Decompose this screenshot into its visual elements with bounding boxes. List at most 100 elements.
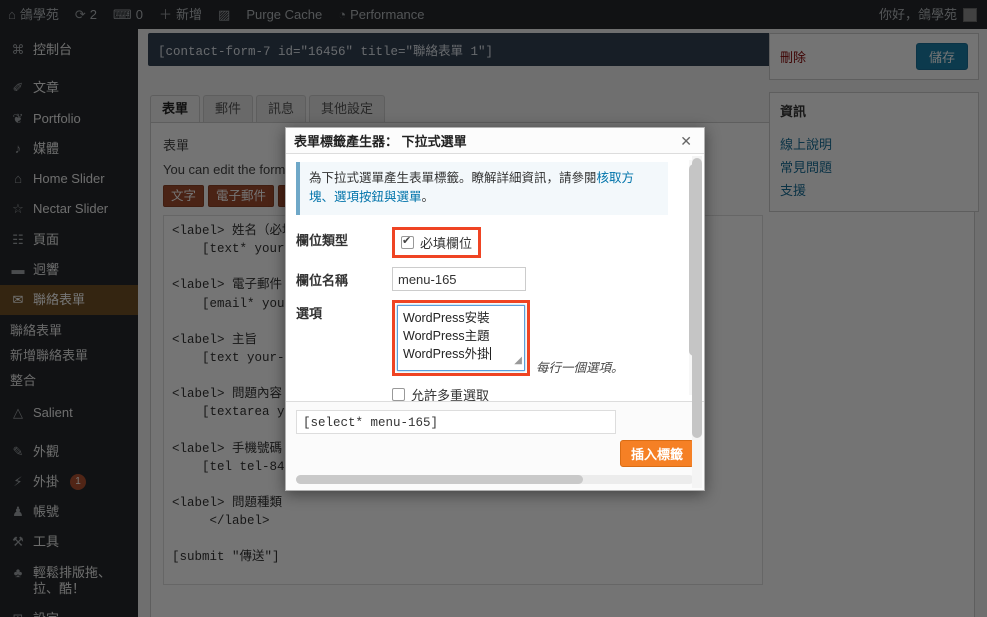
sidebar-item-pages[interactable]: ☷ 頁面 — [0, 225, 138, 255]
tab-messages[interactable]: 訊息 — [256, 95, 307, 122]
modal-vertical-scroll-thumb[interactable] — [692, 158, 702, 438]
tab-additional-settings[interactable]: 其他設定 — [309, 95, 386, 122]
field-name-input[interactable]: menu-165 — [392, 266, 526, 291]
close-icon[interactable]: ✕ — [676, 132, 696, 150]
modal-vertical-scrollbar[interactable] — [692, 156, 702, 488]
tab-form[interactable]: 表單 — [150, 95, 201, 123]
save-button[interactable]: 儲存 — [915, 43, 968, 70]
settings-icon: ⊞ — [10, 611, 26, 617]
comments-icon: ▬ — [11, 261, 25, 277]
sidebar-item-label: 控制台 — [33, 42, 73, 57]
insert-tag-button[interactable]: 插入標籤 — [619, 440, 694, 467]
sidebar-item-plugins[interactable]: ⚡ 外掛 1 — [0, 467, 138, 497]
home-icon: ⌂ — [8, 7, 16, 22]
adminbar-item-new[interactable]: ＋ 新增 — [151, 0, 210, 29]
required-field-checkbox-row[interactable]: 必填欄位 — [401, 233, 472, 252]
sidebar-item-label: 聯絡表單 — [33, 292, 86, 307]
options-textarea-value: WordPress安裝 WordPress主題 WordPress外掛 — [403, 310, 490, 361]
sidebar-item-comments[interactable]: ▬ 迥響 — [0, 255, 138, 285]
footer-horizontal-scroll-thumb[interactable] — [296, 475, 583, 484]
avatar — [963, 7, 977, 22]
adminbar-performance-label: Performance — [350, 7, 425, 22]
sidebar-item-users[interactable]: ♟ 帳號 — [0, 497, 138, 527]
delete-link[interactable]: 刪除 — [780, 47, 806, 66]
text-caret — [489, 347, 491, 360]
tab-mail[interactable]: 郵件 — [203, 95, 254, 122]
users-icon: ♟ — [12, 504, 24, 519]
home-slider-icon: ⌂ — [14, 171, 22, 186]
field-name-label: 欄位名稱 — [296, 272, 349, 288]
footer-horizontal-scrollbar[interactable] — [296, 475, 694, 484]
info-link-faq[interactable]: 常見問題 — [780, 155, 968, 178]
sidebar-item-label: 外掛 — [33, 473, 60, 489]
options-hint: 每行一個選項。 — [536, 360, 624, 375]
adminbar-comments-count: 0 — [135, 7, 144, 22]
adminbar-new-label: 新增 — [176, 7, 203, 22]
sidebar-item-salient[interactable]: △ Salient — [0, 398, 138, 428]
portfolio-icon: ❦ — [12, 110, 24, 126]
sidebar-item-appearance[interactable]: ✎ 外觀 — [0, 437, 138, 467]
options-textarea[interactable]: WordPress安裝 WordPress主題 WordPress外掛 ◢ — [397, 304, 525, 371]
sidebar-item-settings[interactable]: ⊞ 設定 — [0, 604, 138, 617]
media-icon: ♪ — [14, 140, 22, 156]
sidebar-item-label: 帳號 — [33, 504, 60, 519]
dashboard-icon: ⌘ — [11, 42, 25, 57]
sidebar-item-label: 設定 — [33, 611, 59, 617]
sidebar-item-posts[interactable]: ✐ 文章 — [0, 73, 138, 103]
sidebar-item-label: 工具 — [33, 534, 60, 550]
sidebar-subitem-contact-forms[interactable]: 聯絡表單 — [10, 317, 138, 342]
posts-icon: ✐ — [12, 80, 24, 96]
modal-description-suffix: 。 — [421, 190, 435, 205]
admin-sidebar: ⌘ 控制台 ✐ 文章 ❦ Portfolio ♪ 媒體 ⌂ Home Slide… — [0, 29, 138, 617]
required-field-checkbox[interactable] — [401, 234, 414, 249]
menu-separator — [0, 65, 138, 73]
multiple-select-label: 允許多重選取 — [411, 387, 490, 401]
multiple-select-row: 允許多重選取 — [296, 385, 672, 401]
info-link-docs[interactable]: 線上說明 — [780, 132, 968, 155]
sidebar-item-contact-form[interactable]: ✉ 聯絡表單 — [0, 285, 138, 316]
tag-generator-modal: 表單標籤產生器： 下拉式選單 ✕ 為下拉式選單產生表單標籤。瞭解詳細資訊，請參閱… — [285, 127, 705, 491]
sidebar-item-label: Portfolio — [33, 110, 81, 126]
pages-icon: ☷ — [12, 231, 24, 247]
adminbar-item-purge-cache[interactable]: Purge Cache — [238, 0, 330, 29]
refresh-icon: ⟳ — [74, 7, 86, 22]
info-box-title: 資訊 — [780, 104, 807, 119]
field-type-label: 欄位類型 — [296, 232, 349, 248]
performance-icon: ◔ — [338, 7, 347, 22]
options-row: 選項 WordPress安裝 WordPress主題 WordPress外掛 ◢ … — [296, 299, 672, 376]
field-type-row: 欄位類型 必填欄位 — [296, 226, 672, 258]
sidebar-subitem-add-contact-form[interactable]: 新增聯絡表單 — [10, 342, 138, 367]
status-badge: 1 — [70, 473, 87, 490]
info-box: 資訊 線上說明 常見問題 支援 — [769, 92, 979, 212]
sidebar-item-home-slider[interactable]: ⌂ Home Slider — [0, 164, 138, 194]
tag-button-email[interactable]: 電子郵件 — [208, 185, 275, 207]
resize-grip-icon[interactable]: ◢ — [514, 354, 522, 369]
sidebar-item-pagebuilder[interactable]: ♣ 輕鬆排版拖、拉、酷！ — [0, 558, 138, 605]
multiple-select-checkbox[interactable] — [392, 387, 405, 401]
adminbar-account[interactable]: 你好，鴿學苑 — [879, 0, 987, 29]
adminbar-site-label: 鴿學苑 — [19, 7, 59, 22]
adminbar-updates-count: 2 — [89, 7, 98, 22]
adminbar-item-performance[interactable]: ◔ Performance — [330, 0, 432, 29]
multiple-select-checkbox-row[interactable]: 允許多重選取 — [392, 385, 672, 401]
contact-form-icon: ✉ — [12, 292, 24, 307]
sidebar-item-nectar-slider[interactable]: ☆ Nectar Slider — [0, 194, 138, 224]
adminbar-greeting: 你好，鴿學苑 — [878, 7, 957, 22]
modal-footer: [select* menu-165] 插入標籤 — [286, 401, 704, 490]
adminbar-item-site[interactable]: ⌂ 鴿學苑 — [0, 0, 67, 29]
salient-icon: △ — [13, 405, 23, 421]
info-link-support[interactable]: 支援 — [780, 178, 968, 201]
sidebar-item-tools[interactable]: ⚒ 工具 — [0, 527, 138, 557]
generated-tag-input[interactable]: [select* menu-165] — [296, 410, 616, 434]
adminbar-purge-cache-label: Purge Cache — [246, 7, 323, 22]
sidebar-item-portfolio[interactable]: ❦ Portfolio — [0, 104, 138, 134]
sidebar-item-media[interactable]: ♪ 媒體 — [0, 134, 138, 164]
tag-button-text[interactable]: 文字 — [163, 185, 205, 207]
nectar-slider-icon: ☆ — [12, 201, 24, 217]
sidebar-item-dashboard[interactable]: ⌘ 控制台 — [0, 35, 138, 65]
adminbar-item-comments[interactable]: ⌨ 0 — [105, 0, 151, 29]
sidebar-item-label: Salient — [33, 405, 73, 421]
sidebar-subitem-integration[interactable]: 整合 — [10, 367, 138, 392]
adminbar-item-updates[interactable]: ⟳ 2 — [67, 0, 105, 29]
adminbar-item-seo[interactable]: ▨ — [210, 0, 238, 29]
